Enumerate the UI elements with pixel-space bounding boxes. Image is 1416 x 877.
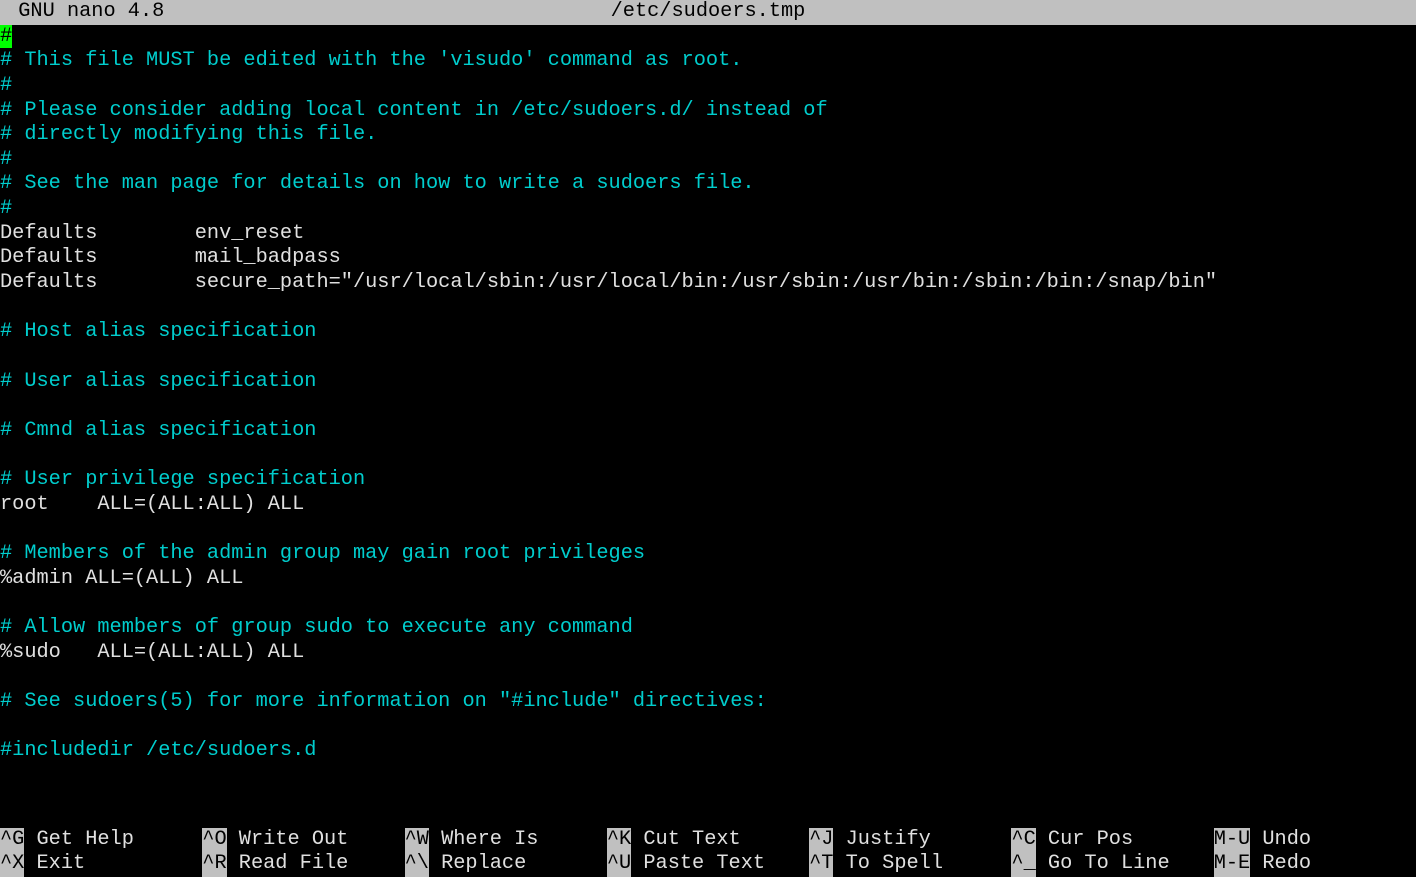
- shortcut-item: ^C Cur Pos: [1011, 828, 1213, 853]
- shortcut-label: Cur Pos: [1036, 828, 1182, 853]
- editor-line[interactable]: [0, 665, 1416, 690]
- editor-line[interactable]: # See the man page for details on how to…: [0, 172, 1416, 197]
- shortcut-label: Read File: [227, 852, 373, 877]
- shortcut-item: M-E Redo: [1214, 852, 1416, 877]
- shortcut-item: ^W Where Is: [405, 828, 607, 853]
- editor-line[interactable]: # Please consider adding local content i…: [0, 99, 1416, 124]
- editor-line[interactable]: [0, 444, 1416, 469]
- editor-line[interactable]: [0, 591, 1416, 616]
- editor-line[interactable]: # Allow members of group sudo to execute…: [0, 616, 1416, 641]
- shortcut-item: ^\ Replace: [405, 852, 607, 877]
- editor-line[interactable]: #: [0, 197, 1416, 222]
- shortcut-key: ^C: [1011, 828, 1035, 853]
- shortcut-bar: ^G Get Help ^O Write Out ^W Where Is ^K …: [0, 828, 1416, 877]
- shortcut-item: ^K Cut Text: [607, 828, 809, 853]
- editor-line[interactable]: [0, 296, 1416, 321]
- editor-line[interactable]: #: [0, 74, 1416, 99]
- editor-line[interactable]: [0, 715, 1416, 740]
- shortcut-label: To Spell: [833, 852, 979, 877]
- editor-line[interactable]: # Cmnd alias specification: [0, 419, 1416, 444]
- editor-line[interactable]: [0, 394, 1416, 419]
- editor-line[interactable]: #: [0, 25, 1416, 50]
- shortcut-key: ^W: [405, 828, 429, 853]
- shortcut-item: ^_ Go To Line: [1011, 852, 1213, 877]
- editor-line[interactable]: # This file MUST be edited with the 'vis…: [0, 49, 1416, 74]
- editor-line[interactable]: [0, 517, 1416, 542]
- editor-line[interactable]: #: [0, 148, 1416, 173]
- shortcut-item: ^O Write Out: [202, 828, 404, 853]
- shortcut-key: M-E: [1214, 852, 1251, 877]
- shortcut-key: ^T: [809, 852, 833, 877]
- shortcut-key: ^X: [0, 852, 24, 877]
- editor-line[interactable]: # Host alias specification: [0, 320, 1416, 345]
- shortcut-item: M-U Undo: [1214, 828, 1416, 853]
- shortcut-item: ^T To Spell: [809, 852, 1011, 877]
- shortcut-key: ^U: [607, 852, 631, 877]
- shortcut-label: Undo: [1250, 828, 1311, 853]
- shortcut-label: Write Out: [227, 828, 373, 853]
- shortcut-item: ^R Read File: [202, 852, 404, 877]
- shortcut-label: Paste Text: [631, 852, 777, 877]
- shortcut-label: Go To Line: [1036, 852, 1182, 877]
- editor-line[interactable]: #includedir /etc/sudoers.d: [0, 739, 1416, 764]
- editor-area[interactable]: ## This file MUST be edited with the 'vi…: [0, 25, 1416, 828]
- editor-line[interactable]: # See sudoers(5) for more information on…: [0, 690, 1416, 715]
- editor-line[interactable]: [0, 345, 1416, 370]
- shortcut-key: ^R: [202, 852, 226, 877]
- cursor: #: [0, 25, 12, 48]
- shortcut-label: Replace: [429, 852, 575, 877]
- shortcut-item: ^J Justify: [809, 828, 1011, 853]
- nano-titlebar: /etc/sudoers.tmp GNU nano 4.8: [0, 0, 1416, 25]
- shortcut-label: Where Is: [429, 828, 575, 853]
- shortcut-key: M-U: [1214, 828, 1251, 853]
- shortcut-row-1: ^G Get Help ^O Write Out ^W Where Is ^K …: [0, 828, 1416, 853]
- shortcut-label: Exit: [24, 852, 170, 877]
- editor-line[interactable]: Defaults secure_path="/usr/local/sbin:/u…: [0, 271, 1416, 296]
- editor-line[interactable]: # Members of the admin group may gain ro…: [0, 542, 1416, 567]
- shortcut-key: ^\: [405, 852, 429, 877]
- shortcut-key: ^O: [202, 828, 226, 853]
- shortcut-key: ^J: [809, 828, 833, 853]
- editor-line[interactable]: root ALL=(ALL:ALL) ALL: [0, 493, 1416, 518]
- editor-line[interactable]: Defaults mail_badpass: [0, 246, 1416, 271]
- shortcut-item: ^U Paste Text: [607, 852, 809, 877]
- shortcut-row-2: ^X Exit ^R Read File ^\ Replace ^U Paste…: [0, 852, 1416, 877]
- editor-line[interactable]: # User privilege specification: [0, 468, 1416, 493]
- shortcut-key: ^K: [607, 828, 631, 853]
- shortcut-label: Cut Text: [631, 828, 777, 853]
- shortcut-item: ^G Get Help: [0, 828, 202, 853]
- shortcut-key: ^G: [0, 828, 24, 853]
- terminal-window[interactable]: /etc/sudoers.tmp GNU nano 4.8 ## This fi…: [0, 0, 1416, 877]
- editor-line[interactable]: Defaults env_reset: [0, 222, 1416, 247]
- shortcut-label: Justify: [833, 828, 979, 853]
- editor-line[interactable]: # User alias specification: [0, 370, 1416, 395]
- editor-line[interactable]: %admin ALL=(ALL) ALL: [0, 567, 1416, 592]
- titlebar-filename: /etc/sudoers.tmp: [0, 0, 1416, 25]
- editor-line[interactable]: %sudo ALL=(ALL:ALL) ALL: [0, 641, 1416, 666]
- shortcut-label: Get Help: [24, 828, 170, 853]
- shortcut-item: ^X Exit: [0, 852, 202, 877]
- shortcut-label: Redo: [1250, 852, 1311, 877]
- editor-line[interactable]: # directly modifying this file.: [0, 123, 1416, 148]
- shortcut-key: ^_: [1011, 852, 1035, 877]
